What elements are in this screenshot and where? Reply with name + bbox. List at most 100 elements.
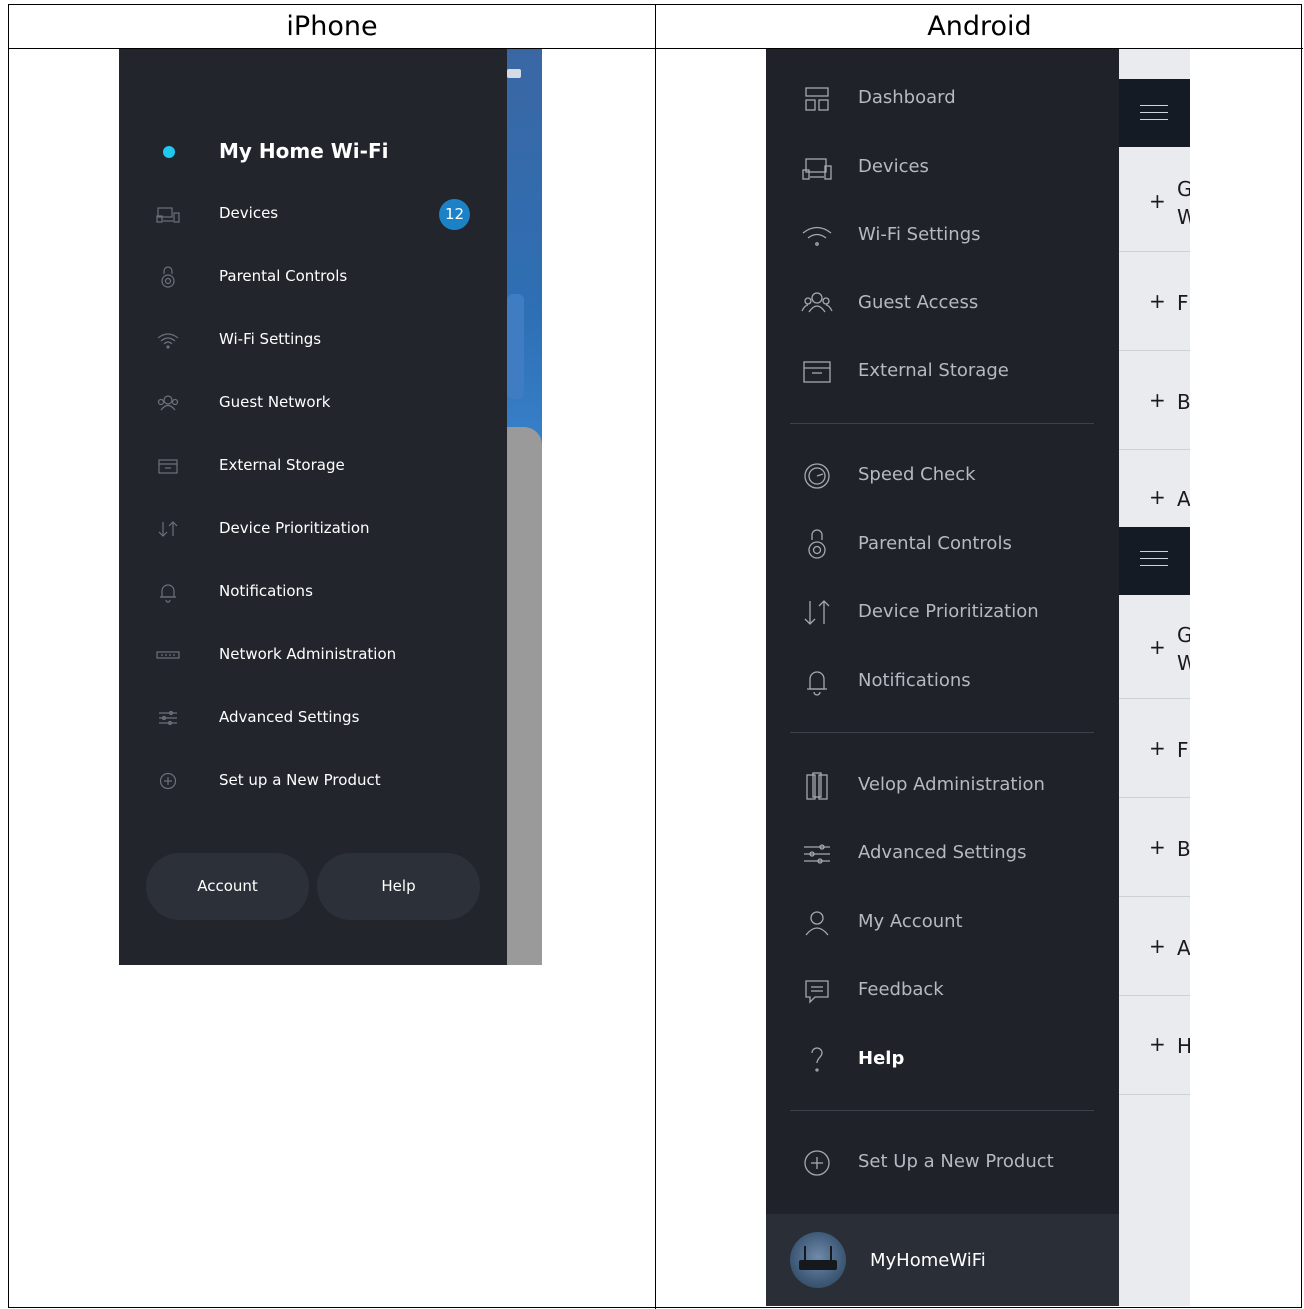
menu-item-device-prioritization[interactable]: Device Prioritization	[119, 509, 507, 549]
priority-icon	[800, 596, 834, 630]
menu-item-label: Devices	[219, 204, 279, 222]
menu-item-advanced-settings[interactable]: Advanced Settings	[119, 698, 507, 738]
menu-item-parental-controls[interactable]: Parental Controls	[766, 520, 1119, 570]
menu-item-notifications[interactable]: Notifications	[119, 572, 507, 612]
menu-item-label: Feedback	[858, 979, 944, 1000]
menu-item-label: Device Prioritization	[858, 601, 1039, 622]
menu-item-help[interactable]: Help	[766, 1035, 1119, 1085]
menu-item-devices[interactable]: Devices 12	[119, 194, 507, 234]
menu-divider	[790, 732, 1094, 733]
menu-item-external-storage[interactable]: External Storage	[766, 347, 1119, 397]
menu-item-notifications[interactable]: Notifications	[766, 657, 1119, 707]
menu-item-label: Help	[858, 1048, 905, 1069]
user-icon	[800, 906, 834, 940]
peek-row: + A	[1149, 485, 1190, 511]
menu-item-speed-check[interactable]: Speed Check	[766, 451, 1119, 501]
menu-item-velop-administration[interactable]: Velop Administration	[766, 761, 1119, 811]
lock-icon	[800, 528, 834, 562]
lock-icon	[155, 265, 181, 289]
menu-item-label: Dashboard	[858, 87, 956, 108]
dashboard-icon	[800, 82, 834, 116]
menu-item-setup-new-product[interactable]: Set Up a New Product	[766, 1138, 1119, 1188]
hamburger-menu-icon[interactable]	[1119, 527, 1190, 595]
android-screenshot: + G W + F + B + A + G W + F + B + A + H Dashboard D…	[766, 49, 1190, 1306]
menu-item-label: Advanced Settings	[219, 708, 360, 726]
peek-row: + A	[1119, 897, 1190, 996]
menu-item-external-storage[interactable]: External Storage	[119, 446, 507, 486]
devices-count-badge: 12	[439, 199, 470, 230]
android-background-app: + G W + F + B + A + G W + F + B + A + H	[1119, 49, 1190, 1306]
menu-item-label: Parental Controls	[219, 267, 348, 285]
devices-icon	[155, 202, 181, 226]
help-button[interactable]: Help	[317, 853, 480, 920]
plus-circle-icon	[155, 769, 181, 793]
battery-icon	[507, 69, 521, 78]
menu-item-label: Set Up a New Product	[858, 1151, 1054, 1172]
iphone-side-menu: My Home Wi-Fi Devices 12 Parental Contro…	[119, 49, 507, 965]
menu-item-devices[interactable]: Devices	[766, 143, 1119, 193]
menu-item-label: Set up a New Product	[219, 771, 381, 789]
menu-item-label: Network Administration	[219, 645, 397, 663]
account-button[interactable]: Account	[146, 853, 309, 920]
column-divider	[655, 5, 656, 1309]
peek-row: + F	[1119, 699, 1190, 798]
menu-item-label: Notifications	[219, 582, 313, 600]
menu-item-label: Device Prioritization	[219, 519, 370, 537]
peek-row: + G W	[1119, 595, 1190, 699]
bell-icon	[800, 665, 834, 699]
network-selector[interactable]: My Home Wi-Fi	[119, 137, 507, 167]
menu-item-label: My Account	[858, 911, 963, 932]
menu-divider	[790, 423, 1094, 424]
peek-row: + B	[1119, 798, 1190, 897]
menu-item-label: Advanced Settings	[858, 842, 1027, 863]
storage-icon	[800, 355, 834, 389]
wifi-icon	[155, 328, 181, 352]
network-footer[interactable]: MyHomeWiFi	[766, 1214, 1119, 1306]
peek-row: + B	[1119, 351, 1190, 450]
menu-item-label: Wi-Fi Settings	[219, 330, 322, 348]
guest-icon	[800, 287, 834, 321]
active-dot-icon	[163, 146, 175, 158]
menu-item-label: Wi-Fi Settings	[858, 224, 981, 245]
menu-item-feedback[interactable]: Feedback	[766, 966, 1119, 1016]
feedback-icon	[800, 974, 834, 1008]
menu-item-my-account[interactable]: My Account	[766, 898, 1119, 948]
hamburger-menu-icon[interactable]	[1119, 79, 1190, 147]
menu-item-wifi-settings[interactable]: Wi-Fi Settings	[119, 320, 507, 360]
menu-item-guest-network[interactable]: Guest Network	[119, 383, 507, 423]
menu-item-label: Notifications	[858, 670, 971, 691]
network-name: My Home Wi-Fi	[219, 139, 389, 163]
menu-item-wifi-settings[interactable]: Wi-Fi Settings	[766, 211, 1119, 261]
menu-item-setup-new-product[interactable]: Set up a New Product	[119, 761, 507, 801]
menu-item-network-administration[interactable]: Network Administration	[119, 635, 507, 675]
menu-item-advanced-settings[interactable]: Advanced Settings	[766, 829, 1119, 879]
menu-item-label: External Storage	[858, 360, 1009, 381]
devices-icon	[800, 151, 834, 185]
peek-row: + F	[1119, 252, 1190, 351]
menu-item-label: External Storage	[219, 456, 345, 474]
network-name: MyHomeWiFi	[870, 1250, 986, 1271]
peek-row: + H	[1119, 996, 1190, 1095]
menu-item-label: Speed Check	[858, 464, 976, 485]
menu-item-label: Velop Administration	[858, 774, 1045, 795]
menu-item-label: Guest Access	[858, 292, 979, 313]
speedometer-icon	[800, 459, 834, 493]
storage-icon	[155, 454, 181, 478]
help-icon	[800, 1043, 834, 1077]
menu-item-guest-access[interactable]: Guest Access	[766, 279, 1119, 329]
menu-divider	[790, 1110, 1094, 1111]
android-header: Android	[927, 11, 1032, 42]
wifi-icon	[800, 219, 834, 253]
menu-item-device-prioritization[interactable]: Device Prioritization	[766, 588, 1119, 638]
sliders-icon	[800, 837, 834, 871]
priority-icon	[155, 517, 181, 541]
iphone-header: iPhone	[286, 11, 378, 42]
velop-icon	[800, 769, 834, 803]
menu-item-dashboard[interactable]: Dashboard	[766, 74, 1119, 124]
android-side-menu: Dashboard Devices Wi-Fi Settings Guest A…	[766, 49, 1119, 1306]
menu-item-label: Devices	[858, 156, 929, 177]
menu-item-parental-controls[interactable]: Parental Controls	[119, 257, 507, 297]
iphone-screenshot: My Home Wi-Fi Devices 12 Parental Contro…	[119, 49, 542, 965]
sliders-icon	[155, 706, 181, 730]
iphone-background-app	[507, 49, 542, 965]
